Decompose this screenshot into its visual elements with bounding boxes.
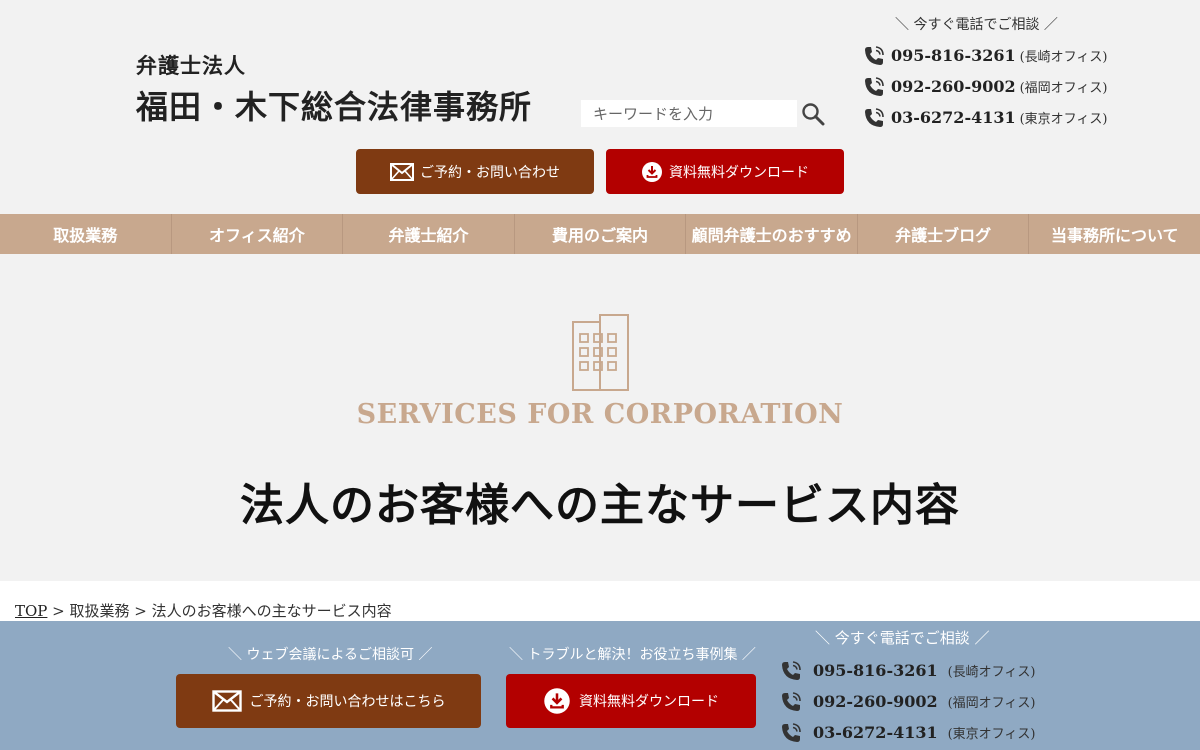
page-title: 法人のお客様への主なサービス内容	[240, 480, 960, 531]
office-label: (長崎オフィス)	[947, 665, 1036, 680]
tel-heading: ＼ 今すぐ電話でご相談 ／	[895, 17, 1058, 33]
breadcrumb-current: 法人のお客様への主なサービス内容	[151, 602, 392, 620]
contact-button-label: ご予約・お問い合わせ	[420, 164, 560, 181]
nav-item-services[interactable]: 取扱業務	[0, 214, 172, 254]
phone-icon	[862, 75, 888, 99]
tel-caption: ＼ 今すぐ電話でご相談 ／	[815, 629, 990, 647]
breadcrumb-top-link[interactable]: TOP	[15, 602, 47, 620]
nav-item-blog[interactable]: 弁護士ブログ	[858, 214, 1030, 254]
phone-number[interactable]: 092-260-9002	[891, 77, 1016, 96]
phone-number[interactable]: 03-6272-4131	[813, 723, 938, 742]
phone-number[interactable]: 095-816-3261	[813, 661, 938, 680]
hero-english-title: SERVICES FOR CORPORATION	[356, 399, 844, 430]
web-meeting-caption: ＼ ウェブ会議によるご相談可 ／	[228, 647, 433, 663]
phone-number[interactable]: 092-260-9002	[813, 692, 938, 711]
building-icon	[572, 314, 629, 391]
phone-row-fukuoka[interactable]: 092-260-9002 (福岡オフィス)	[862, 71, 1108, 102]
case-study-caption: ＼ トラブルと解決！お役立ち事例集 ／	[509, 647, 756, 663]
breadcrumb-bar: TOP > 取扱業務 > 法人のお客様への主なサービス内容	[0, 581, 1200, 621]
office-label: (東京オフィス)	[1019, 112, 1108, 127]
office-label: (福岡オフィス)	[1019, 81, 1108, 96]
search-box	[581, 100, 828, 128]
nav-item-fees[interactable]: 費用のご案内	[515, 214, 687, 254]
breadcrumb: TOP > 取扱業務 > 法人のお客様への主なサービス内容	[15, 600, 392, 621]
phone-icon	[862, 106, 888, 130]
nav-item-about[interactable]: 当事務所について	[1029, 214, 1200, 254]
phone-row-tokyo[interactable]: 03-6272-4131 (東京オフィス)	[779, 717, 1036, 748]
logo-subtitle[interactable]: 弁護士法人	[136, 50, 246, 80]
nav-item-lawyers[interactable]: 弁護士紹介	[343, 214, 515, 254]
office-label: (東京オフィス)	[947, 727, 1036, 742]
contact-button[interactable]: ご予約・お問い合わせ	[356, 149, 594, 194]
office-label: (長崎オフィス)	[1019, 50, 1108, 65]
footer-contact-label: ご予約・お問い合わせはこちら	[249, 694, 446, 710]
page-hero: SERVICES FOR CORPORATION 法人のお客様への主なサービス内…	[0, 254, 1200, 581]
phone-icon	[779, 690, 805, 714]
contact-footer: ＼ ウェブ会議によるご相談可 ／ ＼ トラブルと解決！お役立ち事例集 ／ ＼ 今…	[0, 621, 1200, 750]
breadcrumb-services[interactable]: 取扱業務	[70, 602, 130, 620]
search-icon	[801, 103, 824, 126]
search-button[interactable]	[797, 100, 828, 128]
footer-download-button[interactable]: 資料無料ダウンロード	[506, 674, 756, 728]
phone-row-tokyo[interactable]: 03-6272-4131 (東京オフィス)	[862, 102, 1108, 133]
header-phone-list: 095-816-3261 (長崎オフィス) 092-260-9002 (福岡オフ…	[862, 40, 1108, 133]
site-header: 弁護士法人 福田・木下総合法律事務所 ＼ 今すぐ電話でご相談 ／ 095-816…	[0, 0, 1200, 214]
breadcrumb-separator: >	[129, 602, 152, 620]
download-icon	[543, 687, 571, 715]
office-label: (福岡オフィス)	[947, 696, 1036, 711]
breadcrumb-separator: >	[47, 602, 70, 620]
logo-title[interactable]: 福田・木下総合法律事務所	[136, 82, 532, 128]
phone-icon	[779, 721, 805, 745]
download-icon	[641, 161, 663, 183]
phone-row-nagasaki[interactable]: 095-816-3261 (長崎オフィス)	[779, 655, 1036, 686]
phone-row-nagasaki[interactable]: 095-816-3261 (長崎オフィス)	[862, 40, 1108, 71]
footer-contact-button[interactable]: ご予約・お問い合わせはこちら	[176, 674, 481, 728]
nav-item-offices[interactable]: オフィス紹介	[172, 214, 344, 254]
footer-phone-list: 095-816-3261 (長崎オフィス) 092-260-9002 (福岡オフ…	[779, 655, 1036, 748]
phone-number[interactable]: 095-816-3261	[891, 46, 1016, 65]
phone-row-fukuoka[interactable]: 092-260-9002 (福岡オフィス)	[779, 686, 1036, 717]
mail-icon	[211, 690, 242, 712]
download-button-label: 資料無料ダウンロード	[669, 164, 809, 181]
phone-number[interactable]: 03-6272-4131	[891, 108, 1016, 127]
search-input[interactable]	[581, 100, 797, 127]
phone-icon	[862, 44, 888, 68]
mail-icon	[390, 162, 414, 181]
download-button[interactable]: 資料無料ダウンロード	[606, 149, 844, 194]
footer-download-label: 資料無料ダウンロード	[579, 694, 719, 710]
global-nav: 取扱業務 オフィス紹介 弁護士紹介 費用のご案内 顧問弁護士のおすすめ 弁護士ブ…	[0, 214, 1200, 254]
phone-icon	[779, 659, 805, 683]
nav-item-advisor[interactable]: 顧問弁護士のおすすめ	[686, 214, 858, 254]
